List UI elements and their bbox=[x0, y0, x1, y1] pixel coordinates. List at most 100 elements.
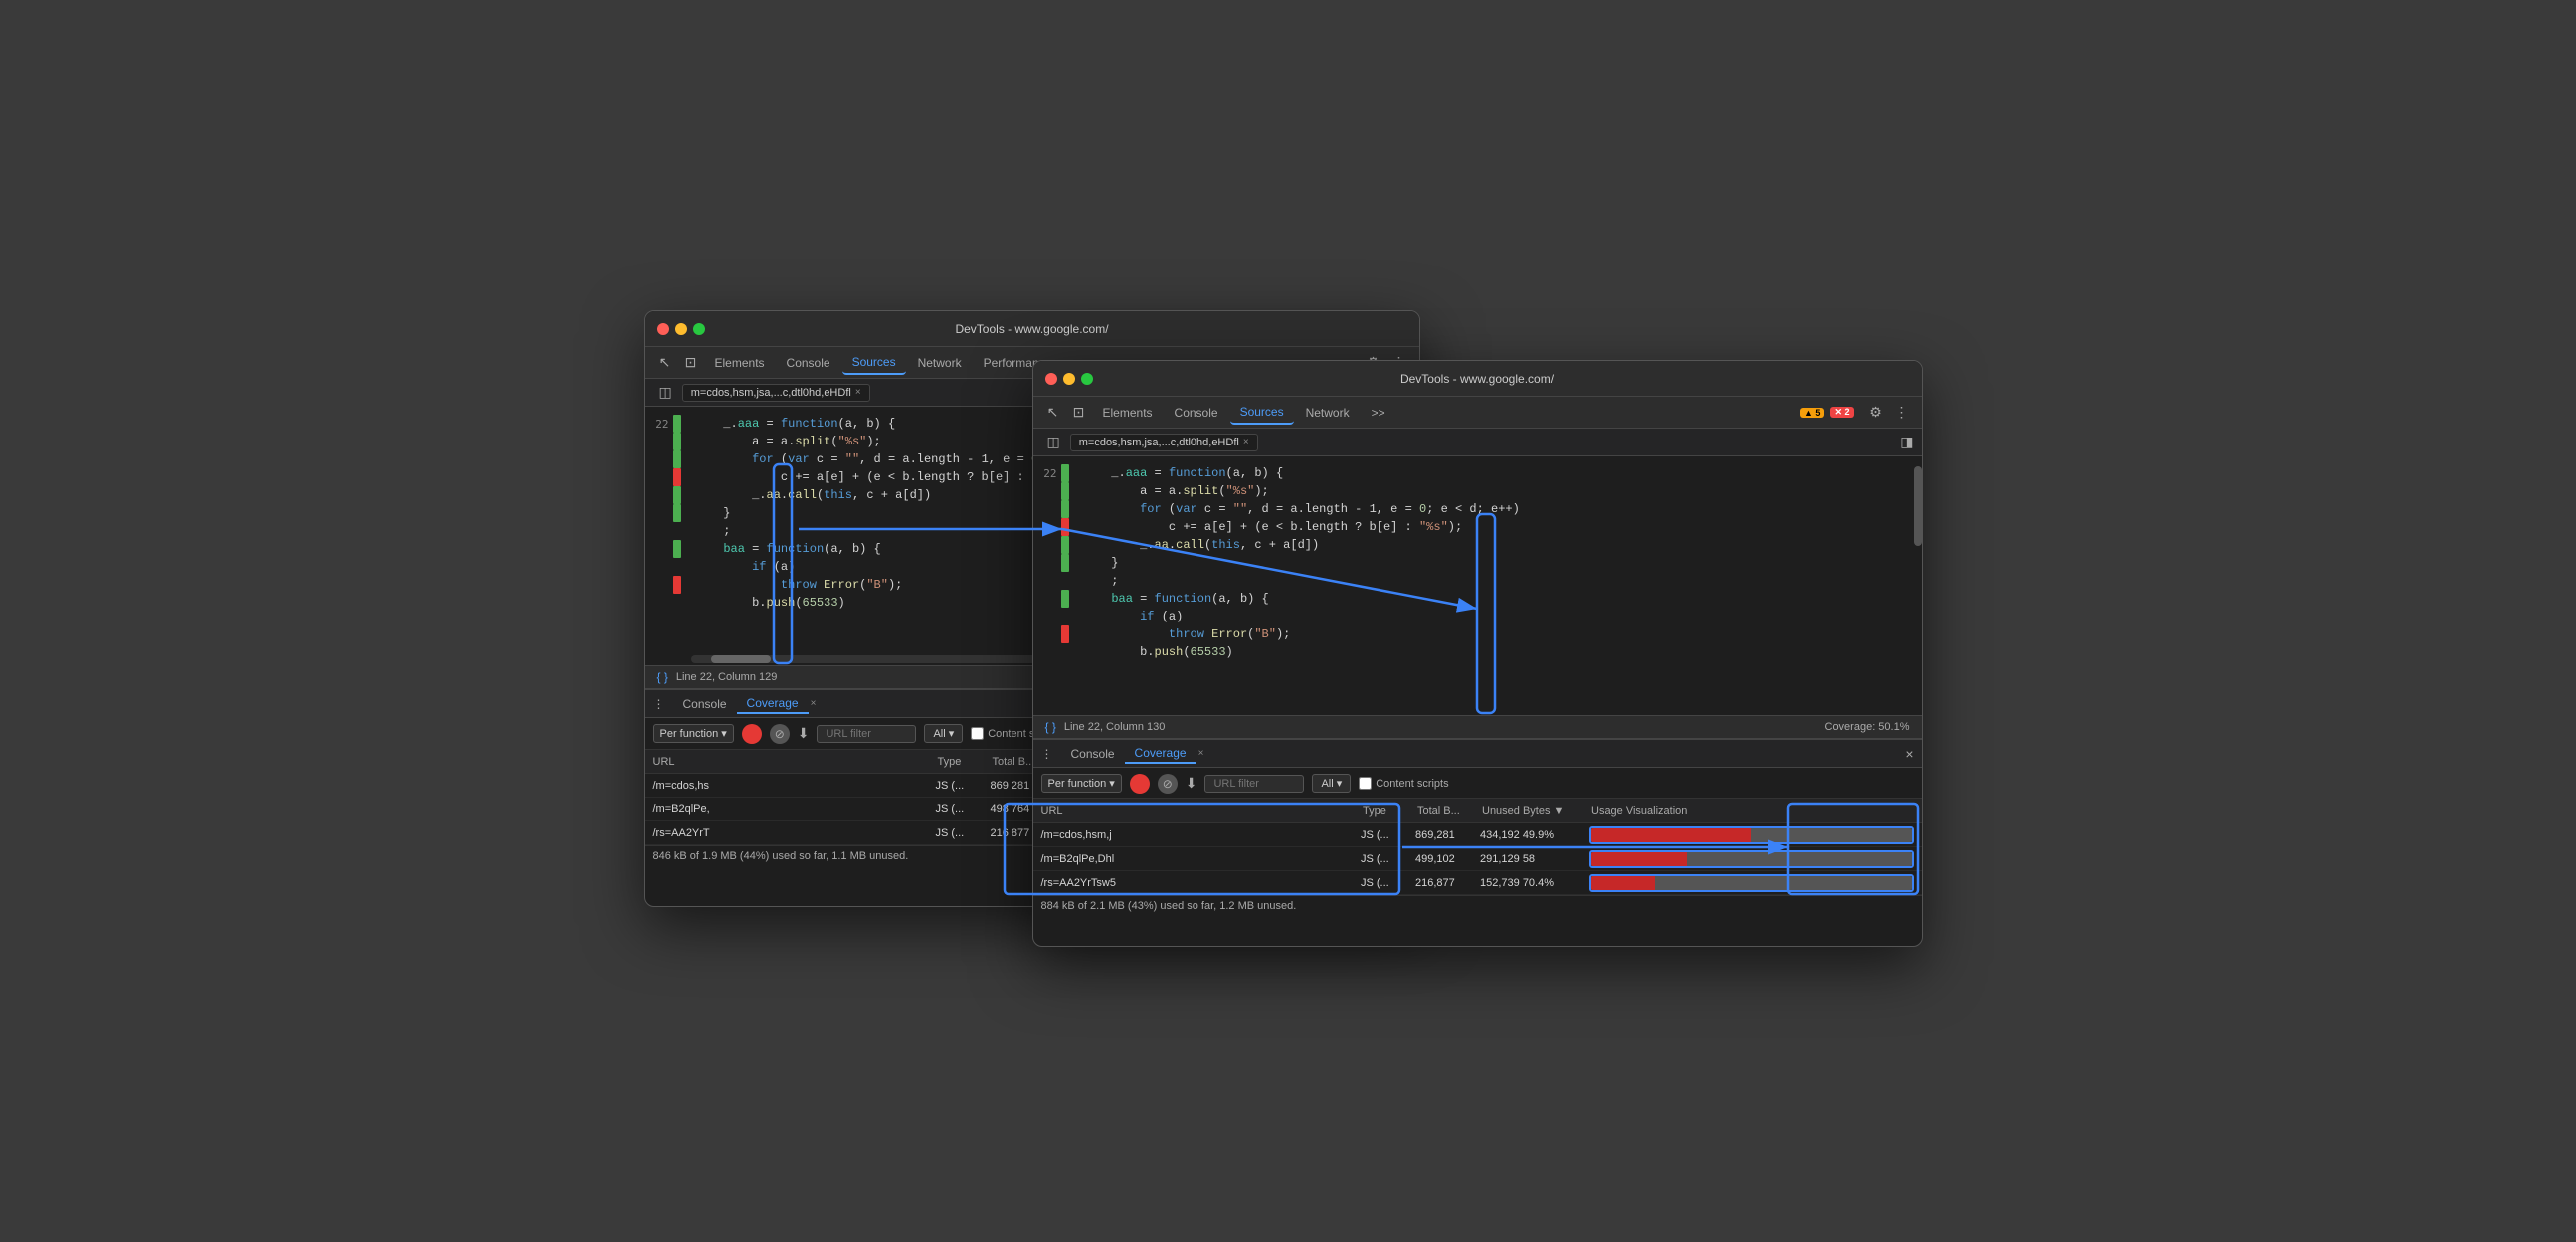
row3-unused-right: 152,739 70.4% bbox=[1480, 877, 1589, 889]
row2-type-right: JS (... bbox=[1361, 853, 1415, 865]
per-function-button-left[interactable]: Per function ▾ bbox=[653, 724, 734, 743]
file-tab-left[interactable]: m=cdos,hsm,jsa,...c,dtl0hd,eHDfl × bbox=[682, 384, 870, 402]
col-type-header-right: Type bbox=[1363, 805, 1417, 817]
row3-viz-right bbox=[1589, 874, 1914, 892]
more-icon-right[interactable]: ⋮ bbox=[1890, 401, 1914, 425]
filter-chevron-right: ▾ bbox=[1337, 777, 1343, 790]
panel-tab-bar-right: ⋮ Console Coverage × × bbox=[1033, 740, 1922, 768]
download-icon-right[interactable]: ⬇ bbox=[1186, 775, 1197, 792]
tab-console-left[interactable]: Console bbox=[777, 352, 840, 374]
sidebar-toggle-left[interactable]: ◫ bbox=[653, 382, 678, 403]
content-scripts-checkbox-right[interactable]: Content scripts bbox=[1359, 777, 1448, 790]
close-button-right[interactable] bbox=[1045, 373, 1057, 385]
code-section-right: 22 bbox=[1033, 456, 1922, 715]
code-line-r2: a = a.split("%s"); bbox=[1083, 482, 1906, 500]
tab-network-left[interactable]: Network bbox=[908, 352, 972, 374]
tab-network-right[interactable]: Network bbox=[1296, 402, 1360, 424]
col-total-header-right: Total B... bbox=[1417, 805, 1482, 817]
filter-dropdown-left[interactable]: All ▾ bbox=[924, 724, 963, 743]
traffic-lights-right bbox=[1045, 373, 1093, 385]
file-tab-right[interactable]: m=cdos,hsm,jsa,...c,dtl0hd,eHDfl × bbox=[1070, 434, 1258, 451]
window-title-left: DevTools - www.google.com/ bbox=[955, 322, 1108, 336]
minimize-button[interactable] bbox=[675, 323, 687, 335]
panel-close-left[interactable]: × bbox=[811, 698, 817, 709]
line-info-right: Line 22, Column 130 bbox=[1064, 721, 1166, 733]
devtools-window-right: DevTools - www.google.com/ ↖ ⊡ Elements … bbox=[1032, 360, 1923, 947]
tab-elements-right[interactable]: Elements bbox=[1093, 402, 1163, 424]
row1-url-left: /m=cdos,hs bbox=[653, 780, 936, 792]
chevron-down-icon-right: ▾ bbox=[1109, 777, 1115, 790]
panel-close-btn-right[interactable]: × bbox=[1905, 746, 1913, 762]
col-viz-header-right: Usage Visualization bbox=[1591, 805, 1914, 817]
coverage-toolbar-right: Per function ▾ ⊘ ⬇ All ▾ Content scripts bbox=[1033, 768, 1922, 799]
tab-console-right[interactable]: Console bbox=[1165, 402, 1228, 424]
status-bar-right: { } Line 22, Column 130 Coverage: 50.1% bbox=[1033, 715, 1922, 739]
clear-button-left[interactable]: ⊘ bbox=[770, 724, 790, 744]
content-scripts-label-right: Content scripts bbox=[1376, 778, 1448, 790]
code-line-r10: throw Error("B"); bbox=[1083, 625, 1906, 643]
warning-badge-right: ▲ 5 bbox=[1800, 408, 1824, 418]
row2-type-left: JS (... bbox=[936, 803, 991, 815]
per-function-label-right: Per function bbox=[1048, 778, 1107, 790]
file-tab-close-left[interactable]: × bbox=[855, 387, 861, 398]
minimize-button-right[interactable] bbox=[1063, 373, 1075, 385]
cursor-icon[interactable]: ↖ bbox=[653, 351, 677, 375]
tab-more-right[interactable]: >> bbox=[1362, 402, 1395, 424]
panel-dots-left[interactable]: ⋮ bbox=[653, 697, 665, 711]
cursor-icon-right[interactable]: ↖ bbox=[1041, 401, 1065, 425]
download-icon-left[interactable]: ⬇ bbox=[798, 725, 810, 742]
device-icon-right[interactable]: ⊡ bbox=[1067, 401, 1091, 425]
url-filter-left[interactable] bbox=[817, 725, 916, 743]
maximize-button-right[interactable] bbox=[1081, 373, 1093, 385]
table-row-1-right[interactable]: /m=cdos,hsm,j JS (... 869,281 434,192 49… bbox=[1033, 823, 1922, 847]
tab-sources-right[interactable]: Sources bbox=[1230, 401, 1294, 425]
file-tab-close-right[interactable]: × bbox=[1243, 437, 1249, 447]
per-function-button-right[interactable]: Per function ▾ bbox=[1041, 774, 1122, 793]
row3-type-left: JS (... bbox=[936, 827, 991, 839]
footer-text-right: 884 kB of 2.1 MB (43%) used so far, 1.2 … bbox=[1041, 900, 1297, 912]
panel-tab-console-left[interactable]: Console bbox=[673, 695, 737, 713]
traffic-lights-left bbox=[657, 323, 705, 335]
row3-url-right: /rs=AA2YrTsw5 bbox=[1041, 877, 1362, 889]
content-scripts-input-left[interactable] bbox=[971, 727, 984, 740]
sidebar-collapse-right[interactable]: ◨ bbox=[1900, 434, 1913, 450]
row2-total-right: 499,102 bbox=[1415, 853, 1480, 865]
file-tab-bar-right: ◫ m=cdos,hsm,jsa,...c,dtl0hd,eHDfl × ◨ bbox=[1033, 429, 1922, 456]
panel-close-right[interactable]: × bbox=[1198, 748, 1204, 759]
clear-button-right[interactable]: ⊘ bbox=[1158, 774, 1178, 794]
row2-url-left: /m=B2qlPe, bbox=[653, 803, 936, 815]
maximize-button[interactable] bbox=[693, 323, 705, 335]
record-button-right[interactable] bbox=[1130, 774, 1150, 794]
tab-sources-left[interactable]: Sources bbox=[842, 351, 906, 375]
error-badge-right: ✕ 2 bbox=[1830, 407, 1853, 418]
panel-tab-coverage-left[interactable]: Coverage bbox=[737, 694, 809, 714]
table-row-2-right[interactable]: /m=B2qlPe,Dhl JS (... 499,102 291,129 58 bbox=[1033, 847, 1922, 871]
panel-tab-console-right[interactable]: Console bbox=[1061, 745, 1125, 763]
settings-icon-right[interactable]: ⚙ bbox=[1864, 401, 1888, 425]
coverage-pct-right: Coverage: 50.1% bbox=[1825, 721, 1910, 733]
filter-chevron-left: ▾ bbox=[949, 727, 955, 740]
row2-unused-right: 291,129 58 bbox=[1480, 853, 1589, 865]
sidebar-toggle-right[interactable]: ◫ bbox=[1041, 432, 1066, 452]
device-icon[interactable]: ⊡ bbox=[679, 351, 703, 375]
close-button[interactable] bbox=[657, 323, 669, 335]
panel-dots-right[interactable]: ⋮ bbox=[1041, 747, 1053, 761]
title-bar-right: DevTools - www.google.com/ bbox=[1033, 361, 1922, 397]
file-tab-label-left: m=cdos,hsm,jsa,...c,dtl0hd,eHDfl bbox=[691, 387, 851, 399]
filter-dropdown-right[interactable]: All ▾ bbox=[1312, 774, 1351, 793]
tab-elements-left[interactable]: Elements bbox=[705, 352, 775, 374]
table-footer-right: 884 kB of 2.1 MB (43%) used so far, 1.2 … bbox=[1033, 895, 1922, 916]
row3-url-left: /rs=AA2YrT bbox=[653, 827, 936, 839]
url-filter-right[interactable] bbox=[1204, 775, 1304, 793]
panel-section-right: ⋮ Console Coverage × × Per function ▾ ⊘ … bbox=[1033, 739, 1922, 933]
filter-all-label-right: All bbox=[1321, 778, 1333, 790]
table-row-3-right[interactable]: /rs=AA2YrTsw5 JS (... 216,877 152,739 70… bbox=[1033, 871, 1922, 895]
record-button-left[interactable] bbox=[742, 724, 762, 744]
col-url-header-right: URL bbox=[1041, 805, 1364, 817]
panel-tab-coverage-right[interactable]: Coverage bbox=[1125, 744, 1196, 764]
code-line-r11: b.push(65533) bbox=[1083, 643, 1906, 661]
row1-unused-right: 434,192 49.9% bbox=[1480, 829, 1589, 841]
row1-url-right: /m=cdos,hsm,j bbox=[1041, 829, 1362, 841]
content-scripts-input-right[interactable] bbox=[1359, 777, 1372, 790]
chevron-down-icon-left: ▾ bbox=[721, 727, 727, 740]
